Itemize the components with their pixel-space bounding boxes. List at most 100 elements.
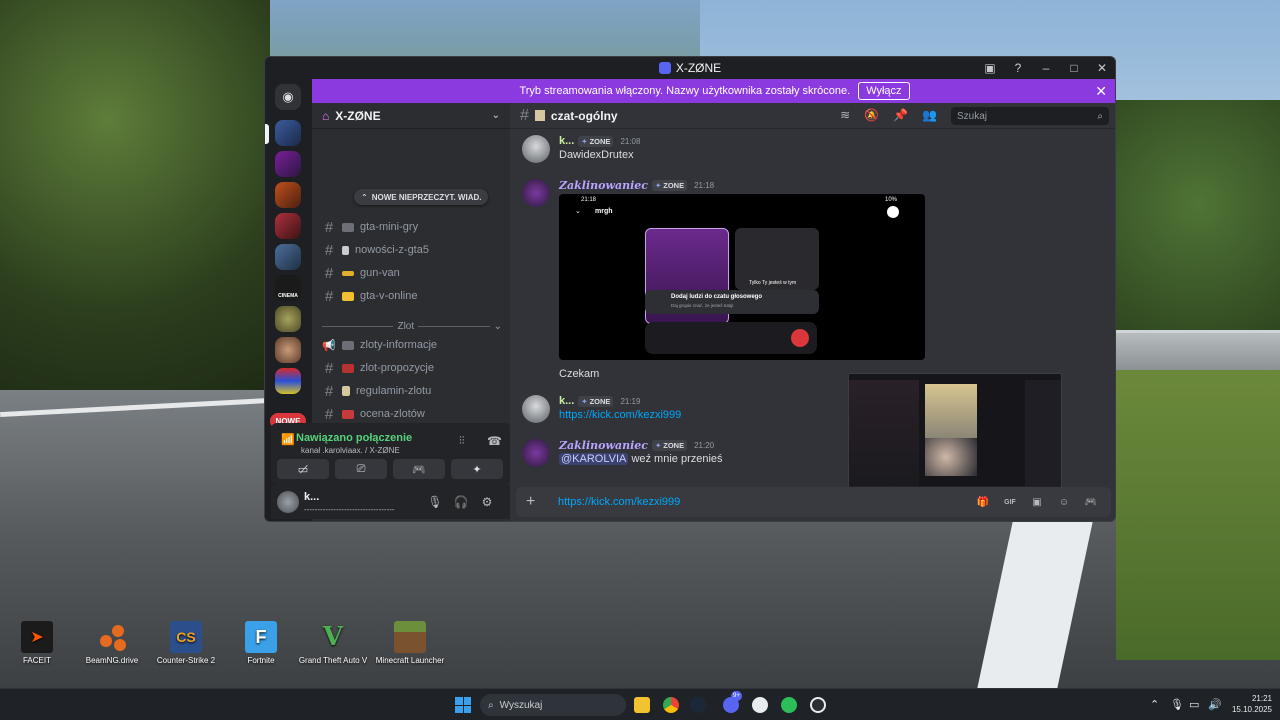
apps-gamepad-icon[interactable]: 🎮 bbox=[1084, 495, 1098, 509]
server-icon[interactable] bbox=[275, 151, 301, 177]
threads-icon[interactable]: ≋ bbox=[840, 108, 850, 122]
sticker-icon[interactable]: ▣ bbox=[1030, 495, 1044, 509]
guild-tag[interactable]: ✦ ZONE bbox=[651, 180, 688, 191]
add-attachment-icon[interactable]: + bbox=[526, 493, 535, 511]
desktop-icon-label: FACEIT bbox=[22, 656, 51, 665]
steam-icon[interactable] bbox=[690, 697, 706, 713]
headphones-icon[interactable]: 🎧 bbox=[453, 494, 469, 510]
maximize-icon[interactable]: □ bbox=[1067, 61, 1081, 75]
channel-zlot-propozycje[interactable]: # zlot-propozycje bbox=[322, 358, 502, 378]
username[interactable]: k... bbox=[304, 491, 319, 503]
guild-tag[interactable]: ✦ ZONE bbox=[578, 135, 614, 147]
voice-status[interactable]: Nawiązano połączenie bbox=[296, 432, 412, 444]
channel-nowosci-z-gta5[interactable]: # nowości-z-gta5 bbox=[322, 240, 502, 260]
chrome-icon[interactable] bbox=[663, 697, 679, 713]
message-author[interactable]: k... bbox=[559, 135, 574, 147]
channel-name: regulamin-zlotu bbox=[356, 385, 432, 397]
server-icon[interactable] bbox=[275, 337, 301, 363]
channel-ocena-zlotow[interactable]: # ocena-zlotów bbox=[322, 404, 502, 424]
settings-app-icon[interactable] bbox=[752, 697, 768, 713]
app-icon[interactable] bbox=[810, 697, 826, 713]
user-mention[interactable]: @KAROLVIA bbox=[559, 453, 629, 465]
new-unread-messages-pill[interactable]: ⌃ NOWE NIEPRZECZYT. WIAD. bbox=[354, 189, 489, 205]
server-icon-xzone[interactable] bbox=[275, 120, 301, 146]
message-composer[interactable]: + https://kick.com/kezxi999 🎁 GIF ▣ ☺ 🎮 bbox=[516, 487, 1111, 517]
voice-channel-name[interactable]: kanał .karolviaax. / X-ZØNE bbox=[301, 446, 400, 455]
disable-streamer-mode-button[interactable]: Wyłącz bbox=[858, 82, 910, 100]
server-header[interactable]: ⌂ X-ZØNE ⌄ bbox=[312, 103, 510, 129]
server-icon[interactable] bbox=[275, 306, 301, 332]
desktop-icon-fortnite[interactable]: F Fortnite bbox=[225, 621, 297, 665]
emoji-icon[interactable]: ☺ bbox=[1057, 495, 1071, 509]
channel-regulamin-zlotu[interactable]: # regulamin-zlotu bbox=[322, 381, 502, 401]
channel-gun-van[interactable]: # gun-van bbox=[322, 263, 502, 283]
server-icon[interactable] bbox=[275, 182, 301, 208]
phone-battery: 10% bbox=[884, 197, 897, 203]
activities-button[interactable]: 🎮 bbox=[393, 459, 445, 479]
noise-suppression-icon[interactable]: ⫶⫶ bbox=[459, 435, 465, 448]
message-author[interactable]: Zaklinowaniec bbox=[559, 439, 648, 452]
disconnect-icon[interactable]: ☎ bbox=[487, 434, 502, 448]
close-icon[interactable]: ✕ bbox=[1095, 61, 1109, 75]
desktop-icon-faceit[interactable]: ➤ FACEIT bbox=[1, 621, 73, 665]
gift-icon[interactable]: 🎁 bbox=[976, 495, 990, 509]
guild-tag[interactable]: ✦ ZONE bbox=[578, 395, 614, 407]
channel-gta-v-online[interactable]: # gta-v-online bbox=[322, 286, 502, 306]
taskbar-search[interactable]: ⌕ Wyszukaj bbox=[480, 694, 626, 716]
xbox-icon[interactable] bbox=[781, 697, 797, 713]
microphone-icon[interactable]: 🎙 bbox=[427, 494, 443, 510]
message-link[interactable]: https://kick.com/kezxi999 bbox=[559, 409, 681, 421]
avatar[interactable] bbox=[522, 395, 550, 423]
soundboard-button[interactable]: ✦ bbox=[451, 459, 503, 479]
hash-icon: # bbox=[324, 405, 334, 423]
notification-bell-off-icon[interactable]: 🔕 bbox=[864, 108, 879, 122]
avatar[interactable] bbox=[277, 491, 299, 513]
desktop-icon-beamng[interactable]: BeamNG.drive bbox=[76, 621, 148, 665]
minimize-icon[interactable]: – bbox=[1039, 61, 1053, 75]
windows-start-icon[interactable] bbox=[455, 697, 471, 713]
category-zlot[interactable]: Zlot ⌄ bbox=[322, 318, 502, 334]
chevron-up-icon[interactable]: ⌃ bbox=[1150, 698, 1159, 711]
guild-tag[interactable]: ✦ ZONE bbox=[651, 440, 688, 451]
channel-gta-mini-gry[interactable]: # gta-mini-gry bbox=[322, 217, 502, 237]
inbox-icon[interactable]: ▣ bbox=[983, 61, 997, 75]
message-author[interactable]: Zaklinowaniec bbox=[559, 179, 648, 192]
volume-icon[interactable]: 🔊 bbox=[1208, 698, 1222, 711]
help-icon[interactable]: ? bbox=[1011, 61, 1025, 75]
composer-text[interactable]: https://kick.com/kezxi999 bbox=[558, 496, 680, 508]
stream-pip-preview[interactable] bbox=[848, 373, 1062, 495]
settings-gear-icon[interactable]: ⚙ bbox=[479, 494, 495, 510]
guard-rail bbox=[1116, 330, 1280, 370]
server-icon-cinema[interactable]: CINEMA bbox=[275, 275, 301, 301]
avatar[interactable] bbox=[522, 439, 550, 467]
member-list-icon[interactable]: 👥 bbox=[922, 108, 937, 122]
channel-name: gta-mini-gry bbox=[360, 221, 419, 233]
server-icon[interactable] bbox=[275, 213, 301, 239]
message-author[interactable]: k... bbox=[559, 395, 574, 407]
server-icon[interactable] bbox=[275, 244, 301, 270]
avatar[interactable] bbox=[522, 135, 550, 163]
desktop-icon-gta5[interactable]: V Grand Theft Auto V bbox=[297, 621, 369, 665]
taskbar-search-label: Wyszukaj bbox=[499, 699, 543, 711]
avatar[interactable] bbox=[522, 179, 550, 207]
desktop-icon-cs2[interactable]: CS Counter-Strike 2 bbox=[150, 621, 222, 665]
image-attachment[interactable]: 21:18 10% ⌄ mrgh Tylko Ty jesteś w tym D… bbox=[559, 194, 925, 360]
pin-icon[interactable]: 📌 bbox=[893, 108, 908, 122]
desktop-icon-minecraft[interactable]: Minecraft Launcher bbox=[374, 621, 446, 665]
network-icon[interactable]: ▭ bbox=[1189, 698, 1199, 711]
camera-off-button[interactable]: ▭̸ bbox=[277, 459, 329, 479]
server-icon[interactable] bbox=[275, 368, 301, 394]
gif-icon[interactable]: GIF bbox=[1003, 495, 1017, 509]
clock[interactable]: 21:21 15.10.2025 bbox=[1232, 693, 1272, 715]
file-explorer-icon[interactable] bbox=[634, 697, 650, 713]
tag-emblem-icon: ✦ bbox=[581, 136, 588, 146]
channel-emoji-icon bbox=[342, 409, 354, 419]
channel-name: zlot-propozycje bbox=[360, 362, 434, 374]
divider bbox=[322, 325, 394, 327]
microphone-icon[interactable]: 🎙 bbox=[1170, 698, 1184, 711]
search-input[interactable]: Szukaj ⌕ bbox=[951, 107, 1109, 125]
direct-messages-button[interactable]: ◉ bbox=[275, 84, 301, 110]
screen-share-button[interactable]: ⎚ bbox=[335, 459, 387, 479]
close-banner-icon[interactable]: ✕ bbox=[1095, 83, 1107, 100]
channel-zloty-informacje[interactable]: 📢 zloty-informacje bbox=[322, 335, 502, 355]
